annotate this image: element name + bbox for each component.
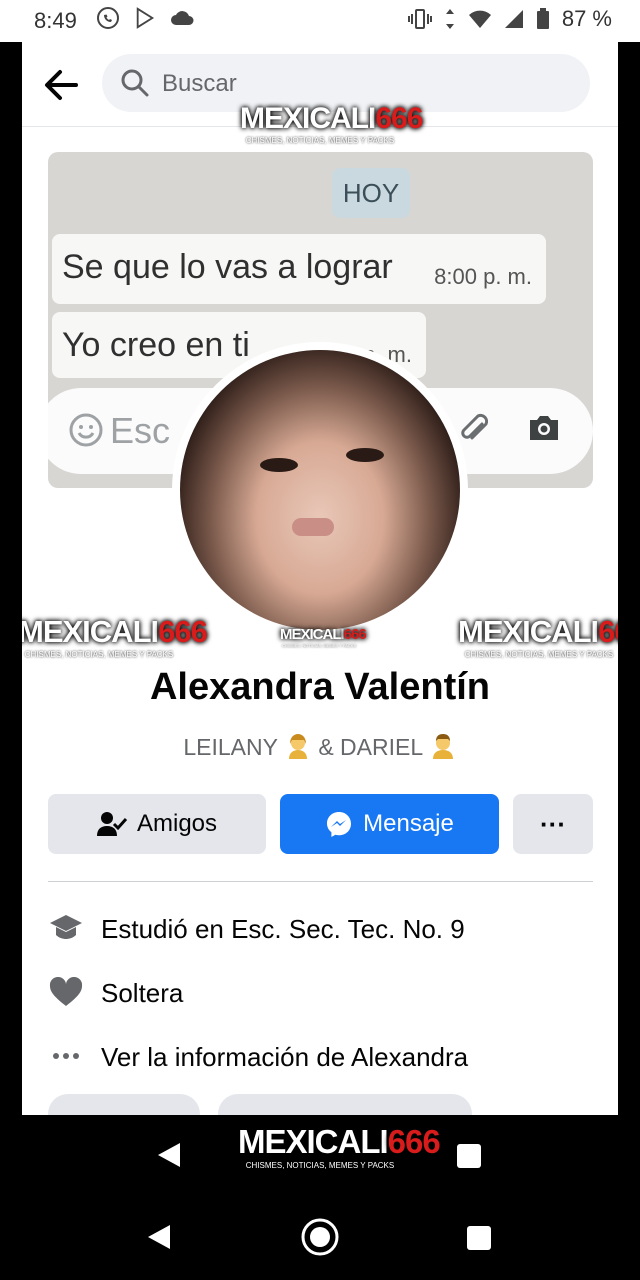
wifi-icon [468, 9, 492, 29]
watermark-logo: MEXICALI666 CHISMES, NOTICIAS, MEMES Y P… [238, 1123, 441, 1170]
see-about-link[interactable]: Ver la información de Alexandra [48, 1038, 593, 1078]
search-icon [120, 68, 150, 103]
graduation-cap-icon [48, 910, 84, 946]
whatsapp-icon [96, 6, 120, 30]
messenger-icon [325, 810, 353, 838]
message-text: Se que lo vas a lograr [62, 248, 393, 286]
nav-bar-top: MEXICALI666 CHISMES, NOTICIAS, MEMES Y P… [0, 1115, 640, 1195]
back-nav-icon[interactable] [156, 1141, 182, 1174]
message-label: Mensaje [363, 810, 454, 837]
data-arrows-icon [444, 8, 456, 30]
friends-label: Amigos [136, 810, 218, 837]
info-chip[interactable] [218, 1094, 472, 1115]
info-education: Estudió en Esc. Sec. Tec. No. 9 [48, 910, 593, 950]
home-nav-icon[interactable] [300, 1217, 340, 1262]
info-relationship: Soltera [48, 974, 593, 1014]
relationship-text: Soltera [101, 978, 184, 1008]
nav-bar-bottom [0, 1195, 640, 1280]
profile-picture[interactable] [172, 342, 468, 638]
composer-placeholder: Esc [110, 410, 171, 451]
message-text: Yo creo en ti [62, 326, 250, 364]
recents-nav-icon[interactable] [456, 1143, 482, 1174]
signal-icon [504, 9, 524, 29]
see-about-text: Ver la información de Alexandra [101, 1042, 469, 1072]
watermark-logo: MEXICALI666 CHISMES, NOTICIAS, MEMES Y P… [458, 614, 618, 659]
ellipsis-icon [48, 1038, 84, 1074]
divider [48, 881, 593, 882]
friends-button[interactable]: Amigos [48, 794, 266, 854]
message-button[interactable]: Mensaje [280, 794, 499, 854]
message-time: 8:00 p. m. [434, 264, 532, 289]
more-label: ··· [540, 808, 566, 839]
back-button[interactable] [40, 64, 82, 106]
heart-icon [48, 974, 84, 1010]
vibrate-icon [407, 8, 432, 30]
watermark-logo: MEXICALI666 CHISMES, NOTICIAS, MEMES Y P… [22, 614, 208, 659]
education-text: Estudió en Esc. Sec. Tec. No. 9 [101, 914, 465, 944]
info-chip[interactable] [48, 1094, 200, 1115]
avatar-photo [180, 350, 460, 630]
watermark-logo: MEXICALI666 CHISMES, NOTICIAS, MEMES Y P… [240, 102, 423, 145]
battery-level: 87 % [561, 6, 612, 31]
date-chip: HOY [332, 168, 410, 218]
more-options-button[interactable]: ··· [513, 794, 593, 854]
status-bar: 8:49 87 % [0, 0, 640, 42]
back-arrow-icon [45, 70, 78, 100]
emoji-icon [68, 412, 104, 453]
man-emoji-icon [429, 732, 457, 760]
woman-emoji-icon [284, 732, 312, 760]
profile-screen: HOY Se que lo vas a lograr 8:00 p. m. Yo… [22, 42, 618, 1115]
profile-bio: LEILANY & DARIEL [22, 732, 618, 761]
back-nav-icon[interactable] [146, 1223, 172, 1256]
profile-name: Alexandra Valentín [149, 666, 490, 708]
bio-text: & DARIEL [318, 734, 423, 760]
bio-text: LEILANY [183, 734, 278, 760]
cloud-icon [170, 8, 196, 28]
recents-nav-icon[interactable] [466, 1225, 492, 1256]
play-store-icon [134, 7, 156, 29]
watermark-logo: MEXICALI666 CHISMES, NOTICIAS, MEMES Y P… [280, 626, 367, 648]
date-chip-label: HOY [342, 177, 400, 208]
status-time: 8:49 [34, 8, 77, 33]
battery-icon [536, 8, 550, 30]
chat-message: Se que lo vas a lograr 8:00 p. m. [52, 234, 546, 304]
search-input[interactable] [160, 64, 544, 104]
friends-icon [96, 811, 127, 837]
camera-icon [526, 410, 562, 449]
